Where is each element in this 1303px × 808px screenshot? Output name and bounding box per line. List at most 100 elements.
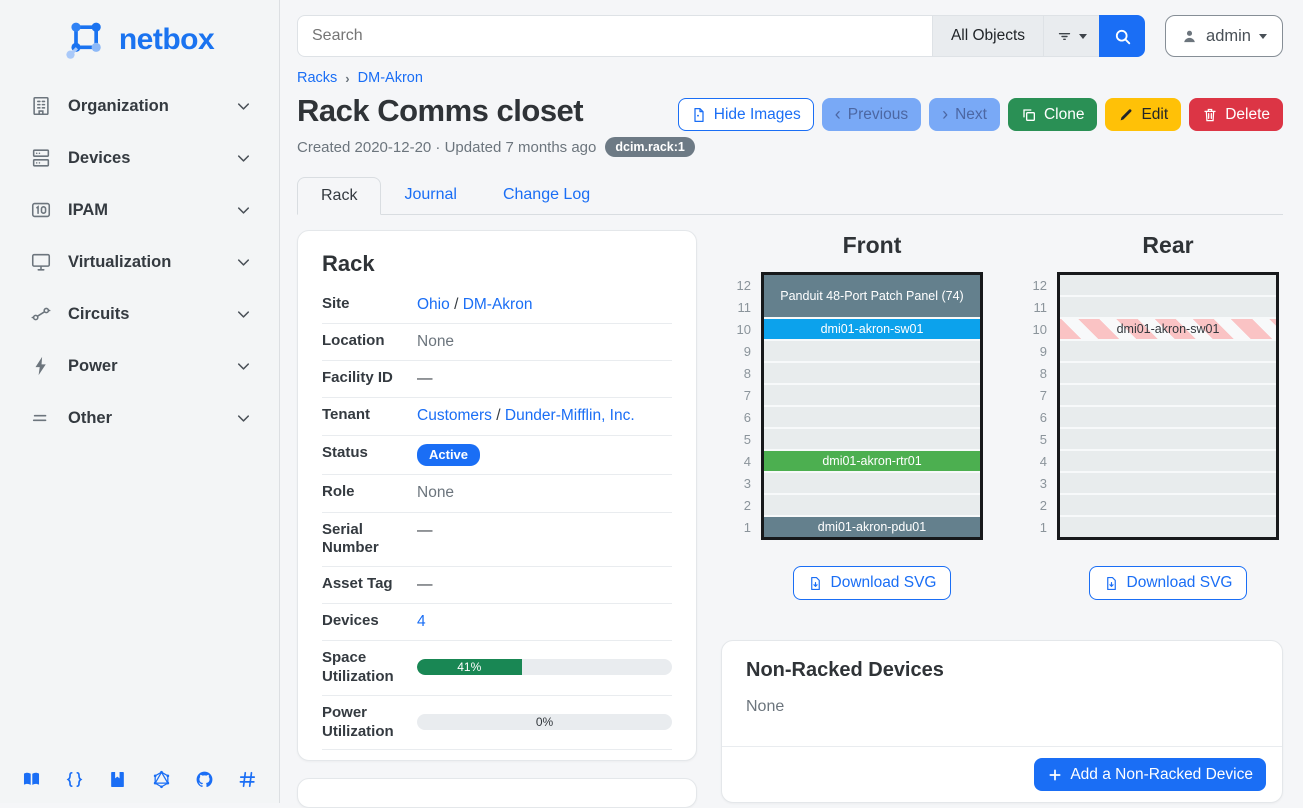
rack-device[interactable]: dmi01-akron-sw01 (1060, 319, 1276, 339)
sidebar-item-devices[interactable]: Devices (0, 132, 279, 184)
rack-device[interactable]: Panduit 48-Port Patch Panel (74) (764, 275, 980, 317)
status-row: Status Active (322, 436, 672, 476)
chevron-down-icon (234, 409, 253, 428)
sidebar-item-label: Power (68, 357, 118, 376)
hide-images-button[interactable]: Hide Images (678, 98, 814, 131)
unit-number: 10 (721, 319, 751, 341)
rack-details-card: Rack Site Ohio / DM-Akron Location None … (297, 230, 697, 761)
rear-elevation-title: Rear (1057, 230, 1279, 259)
sidebar-item-circuits[interactable]: Circuits (0, 288, 279, 340)
rack-device[interactable]: dmi01-akron-rtr01 (764, 451, 980, 471)
github-icon[interactable] (195, 770, 214, 789)
power-utilization-bar: 0% (417, 714, 672, 730)
asset-tag-row: Asset Tag — (322, 567, 672, 604)
search-button[interactable] (1099, 15, 1145, 57)
netbox-logo[interactable]: netbox (0, 0, 279, 66)
sidebar-item-label: Virtualization (68, 253, 171, 272)
unit-number: 3 (721, 473, 751, 495)
sidebar-item-power[interactable]: Power (0, 340, 279, 392)
journal-book-icon[interactable] (108, 770, 127, 789)
site-row: Site Ohio / DM-Akron (322, 287, 672, 324)
filter-icon (1056, 28, 1073, 45)
unit-number: 2 (721, 495, 751, 517)
unit-number: 5 (721, 429, 751, 451)
chevron-down-icon (234, 149, 253, 168)
rack-details-column: Rack Site Ohio / DM-Akron Location None … (297, 230, 697, 808)
delete-button[interactable]: Delete (1189, 98, 1283, 131)
monitor-icon (30, 251, 52, 273)
rack-unit-empty (1060, 473, 1276, 493)
next-button[interactable]: › Next (929, 98, 1000, 131)
site-region-link[interactable]: Ohio (417, 296, 450, 313)
netbox-logo-text: netbox (119, 23, 214, 57)
slack-icon[interactable] (238, 770, 257, 789)
rack-unit-empty (764, 429, 980, 449)
rack-unit-empty (1060, 297, 1276, 317)
tab-change-log[interactable]: Change Log (480, 177, 613, 214)
breadcrumb-dm-akron[interactable]: DM-Akron (358, 70, 423, 86)
add-non-racked-device-button[interactable]: Add a Non-Racked Device (1034, 758, 1266, 791)
unit-number: 1 (721, 517, 751, 539)
unit-number: 9 (1017, 341, 1047, 363)
previous-button[interactable]: ‹ Previous (822, 98, 921, 131)
rack-unit-empty (1060, 275, 1276, 295)
unit-number: 6 (1017, 407, 1047, 429)
unit-number: 1 (1017, 517, 1047, 539)
unit-number: 5 (1017, 429, 1047, 451)
rack-unit-empty (1060, 407, 1276, 427)
sidebar-item-virtualization[interactable]: Virtualization (0, 236, 279, 288)
rear-unit-numbers: 121110987654321 (1017, 272, 1057, 540)
tab-journal[interactable]: Journal (381, 177, 479, 214)
tenant-group-link[interactable]: Customers (417, 407, 492, 424)
sidebar: netbox OrganizationDevicesIPAM Virtualiza… (0, 0, 280, 803)
rack-unit-empty (1060, 495, 1276, 515)
sidebar-item-other[interactable]: Other (0, 392, 279, 444)
search-input[interactable] (297, 15, 932, 57)
breadcrumb: Racks › DM-Akron (281, 57, 1303, 86)
user-menu-button[interactable]: admin (1165, 15, 1283, 57)
docs-book-icon[interactable] (22, 770, 41, 789)
rack-unit-empty (764, 473, 980, 493)
front-elevation: Front 121110987654321 Panduit 48-Port Pa… (721, 230, 983, 600)
search-filter-dropdown[interactable] (1043, 15, 1099, 57)
object-type-selector[interactable]: All Objects (932, 15, 1043, 57)
search-icon (1113, 27, 1132, 46)
tenant-link[interactable]: Dunder-Mifflin, Inc. (505, 407, 635, 424)
unit-number: 11 (1017, 297, 1047, 319)
next-panel-stub (297, 778, 697, 808)
sidebar-item-organization[interactable]: Organization (0, 80, 279, 132)
role-row: Role None (322, 475, 672, 512)
rack-unit-empty (1060, 341, 1276, 361)
chevron-right-icon: › (942, 105, 948, 123)
non-racked-devices-title: Non-Racked Devices (746, 659, 1258, 682)
unit-number: 7 (721, 385, 751, 407)
rack-unit-empty (1060, 385, 1276, 405)
created-updated-text: Created 2020-12-20 · Updated 7 months ag… (297, 139, 596, 156)
breadcrumb-racks[interactable]: Racks (297, 70, 337, 86)
api-braces-icon[interactable] (65, 770, 84, 789)
rack-card-title: Rack (322, 251, 672, 277)
rear-download-svg-button[interactable]: Download SVG (1089, 566, 1248, 600)
tab-rack[interactable]: Rack (297, 177, 381, 215)
image-file-icon (691, 107, 707, 123)
devices-count-link[interactable]: 4 (417, 613, 426, 630)
graphql-icon[interactable] (152, 770, 171, 789)
facility-id-row: Facility ID — (322, 361, 672, 398)
action-buttons: Hide Images ‹ Previous › Next Clone (678, 98, 1283, 131)
front-elevation-title: Front (761, 230, 983, 259)
rack-unit-empty (764, 341, 980, 361)
sidebar-item-ipam[interactable]: IPAM (0, 184, 279, 236)
site-link[interactable]: DM-Akron (463, 296, 533, 313)
rack-device[interactable]: dmi01-akron-sw01 (764, 319, 980, 339)
unit-number: 10 (1017, 319, 1047, 341)
space-utilization-bar: 41% (417, 659, 672, 675)
edit-button[interactable]: Edit (1105, 98, 1181, 131)
front-download-svg-button[interactable]: Download SVG (793, 566, 952, 600)
front-unit-numbers: 121110987654321 (721, 272, 761, 540)
serial-number-row: Serial Number — (322, 513, 672, 568)
clone-button[interactable]: Clone (1008, 98, 1098, 131)
chevron-down-icon (234, 357, 253, 376)
unit-number: 4 (721, 451, 751, 473)
rack-device[interactable]: dmi01-akron-pdu01 (764, 517, 980, 537)
main-content: All Objects admin (281, 0, 1303, 803)
